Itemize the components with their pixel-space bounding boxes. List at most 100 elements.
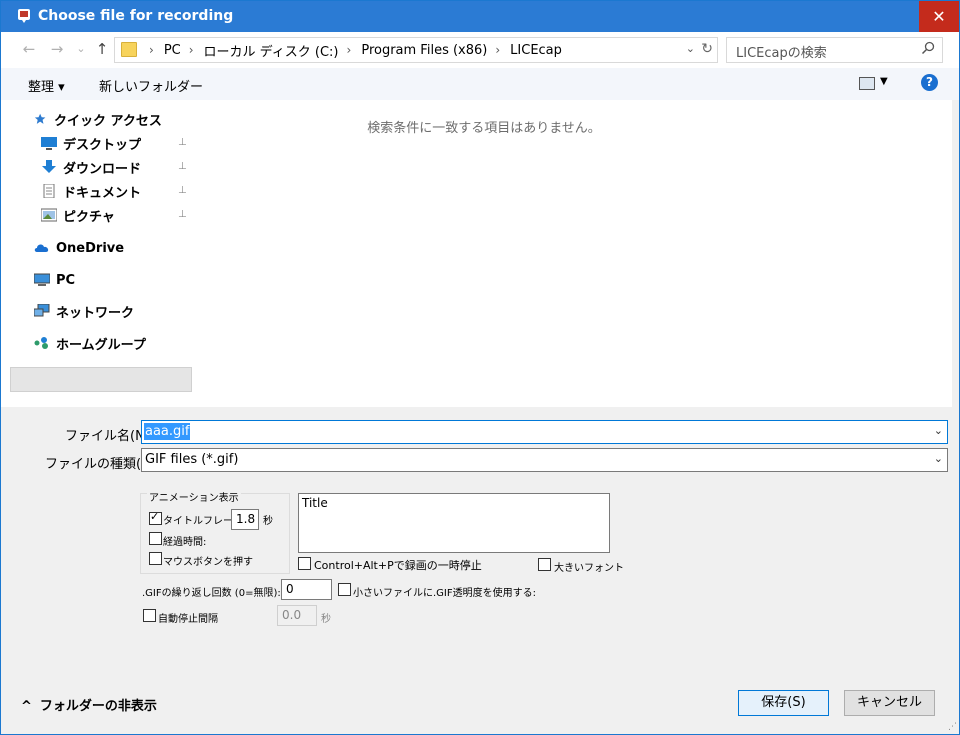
mouse-button-checkbox[interactable]: [149, 552, 162, 565]
resize-grip-icon[interactable]: ⋰: [948, 722, 957, 732]
up-arrow-icon[interactable]: ↑: [93, 40, 111, 58]
auto-stop-unit: 秒: [321, 614, 331, 625]
view-dropdown-icon[interactable]: ▼: [880, 76, 888, 87]
seconds-unit: 秒: [263, 516, 273, 527]
title-bar: Choose file for recording ✕: [1, 1, 959, 32]
chevron-up-icon: ^: [21, 699, 32, 714]
breadcrumb-licecap[interactable]: LICEcap: [510, 43, 562, 58]
recent-locations-icon[interactable]: ⌄: [72, 40, 90, 58]
new-folder-button[interactable]: 新しいフォルダー: [99, 76, 203, 95]
sidebar-item-documents[interactable]: ドキュメント: [41, 180, 141, 202]
view-options-icon[interactable]: [859, 77, 875, 90]
address-bar[interactable]: › PC › ローカル ディスク (C:) › Program Files (x…: [114, 37, 718, 63]
sidebar-item-pc[interactable]: PC: [34, 269, 75, 291]
title-frame-seconds-input[interactable]: 1.8: [231, 509, 259, 530]
pause-hotkey-label: Control+Alt+Pで録画の一時停止: [314, 559, 482, 572]
onedrive-cloud-icon: [34, 244, 49, 252]
mouse-button-label: マウスボタンを押す: [163, 557, 253, 568]
window-title: Choose file for recording: [38, 8, 234, 24]
breadcrumb-separator: ›: [149, 43, 154, 57]
refresh-icon[interactable]: ↻: [701, 41, 713, 57]
title-frame-checkbox[interactable]: [149, 510, 162, 525]
file-list-pane[interactable]: 検索条件に一致する項目はありません。: [194, 100, 952, 407]
organize-menu-button[interactable]: 整理 ▾: [28, 76, 65, 95]
sidebar-label: ドキュメント: [63, 185, 142, 201]
breadcrumb-program-files[interactable]: Program Files (x86): [361, 43, 487, 58]
star-icon: [34, 113, 46, 124]
homegroup-icon: [34, 337, 48, 349]
sidebar-item-network[interactable]: ネットワーク: [34, 300, 134, 322]
pin-icon: ⊥: [178, 209, 187, 220]
download-arrow-icon: [42, 160, 56, 173]
auto-stop-label: 自動停止間隔: [158, 614, 218, 625]
gif-repeat-label: .GIFの繰り返し回数 (0=無限):: [142, 588, 281, 599]
computer-icon: [34, 273, 50, 286]
transparency-checkbox[interactable]: [338, 583, 351, 596]
search-placeholder: LICEcapの検索: [736, 46, 827, 61]
sidebar-label: ダウンロード: [63, 161, 142, 177]
auto-stop-value: 0.0: [282, 608, 302, 622]
address-dropdown-icon[interactable]: ⌄: [686, 42, 695, 55]
sidebar-label: OneDrive: [56, 240, 125, 256]
filename-input[interactable]: aaa.gif ⌄: [141, 420, 948, 444]
file-dialog-window: Choose file for recording ✕ ← → ⌄ ↑ › PC…: [0, 0, 960, 735]
back-arrow-icon[interactable]: ←: [20, 40, 38, 58]
empty-message: 検索条件に一致する項目はありません。: [367, 121, 601, 136]
filetype-value: GIF files (*.gif): [145, 452, 239, 467]
elapsed-time-label: 経過時間:: [163, 537, 207, 548]
chevron-down-icon[interactable]: ⌄: [934, 452, 943, 465]
breadcrumb-separator[interactable]: ›: [495, 43, 500, 57]
sidebar-item-quick-access[interactable]: クイック アクセス: [34, 108, 162, 130]
elapsed-time-checkbox[interactable]: [149, 532, 162, 545]
auto-stop-checkbox[interactable]: [143, 609, 156, 622]
help-icon[interactable]: ?: [921, 74, 938, 91]
pin-icon: ⊥: [178, 185, 187, 196]
title-text-value: Title: [302, 496, 328, 510]
title-frame-seconds-value: 1.8: [236, 512, 256, 526]
cancel-button[interactable]: キャンセル: [844, 690, 935, 716]
breadcrumb-pc[interactable]: PC: [164, 43, 181, 58]
hide-folders-label: フォルダーの非表示: [39, 699, 157, 714]
sidebar-label: PC: [56, 272, 76, 288]
navigation-bar: ← → ⌄ ↑ › PC › ローカル ディスク (C:) › Program …: [1, 32, 959, 68]
folder-icon: [121, 42, 137, 57]
title-text-area[interactable]: Title: [298, 493, 610, 553]
sidebar-label: デスクトップ: [63, 137, 142, 153]
transparency-label: 小さいファイルに.GIF透明度を使用する:: [353, 588, 536, 599]
hide-folders-button[interactable]: ^ フォルダーの非表示: [21, 695, 157, 714]
selected-item-highlight: [10, 367, 192, 392]
sidebar-item-homegroup[interactable]: ホームグループ: [34, 332, 146, 354]
command-toolbar: 整理 ▾ 新しいフォルダー ▼ ?: [1, 68, 959, 100]
close-button[interactable]: ✕: [919, 1, 959, 32]
breadcrumb-separator[interactable]: ›: [347, 43, 352, 57]
desktop-icon: [41, 137, 57, 150]
auto-stop-input[interactable]: 0.0: [277, 605, 317, 626]
sidebar-item-desktop[interactable]: デスクトップ: [41, 132, 141, 154]
gif-repeat-input[interactable]: 0: [281, 579, 332, 600]
gif-repeat-value: 0: [286, 582, 294, 596]
breadcrumb-local-disk[interactable]: ローカル ディスク (C:): [204, 41, 339, 60]
chevron-down-icon[interactable]: ⌄: [934, 424, 943, 437]
large-font-label: 大きいフォント: [554, 563, 624, 574]
search-box[interactable]: LICEcapの検索: [726, 37, 943, 63]
search-icon[interactable]: [920, 40, 936, 56]
forward-arrow-icon[interactable]: →: [48, 40, 66, 58]
filename-value: aaa.gif: [144, 423, 191, 440]
pictures-icon: [41, 208, 57, 222]
network-icon: [34, 304, 50, 317]
vertical-scrollbar[interactable]: [952, 100, 959, 407]
breadcrumb-separator[interactable]: ›: [189, 43, 194, 57]
sidebar-item-downloads[interactable]: ダウンロード: [41, 156, 141, 178]
sidebar-label: ホームグループ: [56, 337, 146, 353]
large-font-checkbox[interactable]: [538, 558, 551, 571]
sidebar-label: クイック アクセス: [54, 113, 162, 129]
filetype-select[interactable]: GIF files (*.gif) ⌄: [141, 448, 948, 472]
navigation-pane: クイック アクセス デスクトップ ⊥ ダウンロード ⊥ ドキュメント ⊥ ピクチ…: [1, 100, 193, 407]
pause-hotkey-checkbox[interactable]: [298, 557, 311, 570]
pin-icon: ⊥: [178, 137, 187, 148]
close-icon: ✕: [932, 7, 946, 26]
sidebar-label: ピクチャ: [63, 209, 115, 225]
save-button[interactable]: 保存(S): [738, 690, 829, 716]
sidebar-item-onedrive[interactable]: OneDrive: [34, 237, 124, 259]
sidebar-item-pictures[interactable]: ピクチャ: [41, 204, 115, 226]
